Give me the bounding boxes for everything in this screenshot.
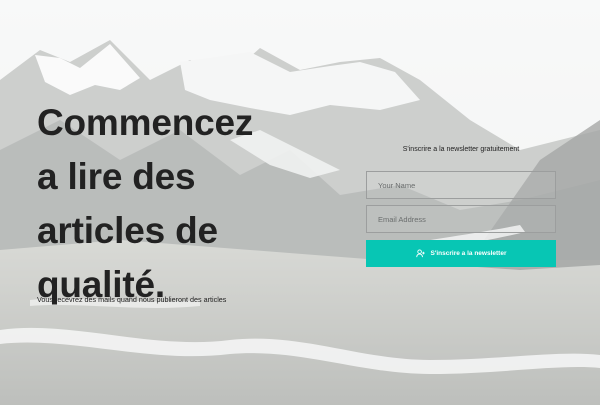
newsletter-form: S'inscrire a la newsletter gratuitement … bbox=[366, 146, 556, 267]
hero-headline: Commencez a lire des articles de qualité… bbox=[37, 102, 254, 305]
add-user-icon bbox=[415, 249, 425, 258]
hero-subtext: Vous recevrez des mails quand nous publi… bbox=[37, 295, 227, 304]
subscribe-button-label: S'inscrire a la newsletter bbox=[430, 250, 507, 257]
email-input[interactable] bbox=[366, 205, 556, 233]
subscribe-button[interactable]: S'inscrire a la newsletter bbox=[366, 240, 556, 267]
hero-section: Commencez a lire des articles de qualité… bbox=[0, 0, 600, 405]
newsletter-title: S'inscrire a la newsletter gratuitement bbox=[402, 146, 520, 153]
name-input[interactable] bbox=[366, 171, 556, 199]
